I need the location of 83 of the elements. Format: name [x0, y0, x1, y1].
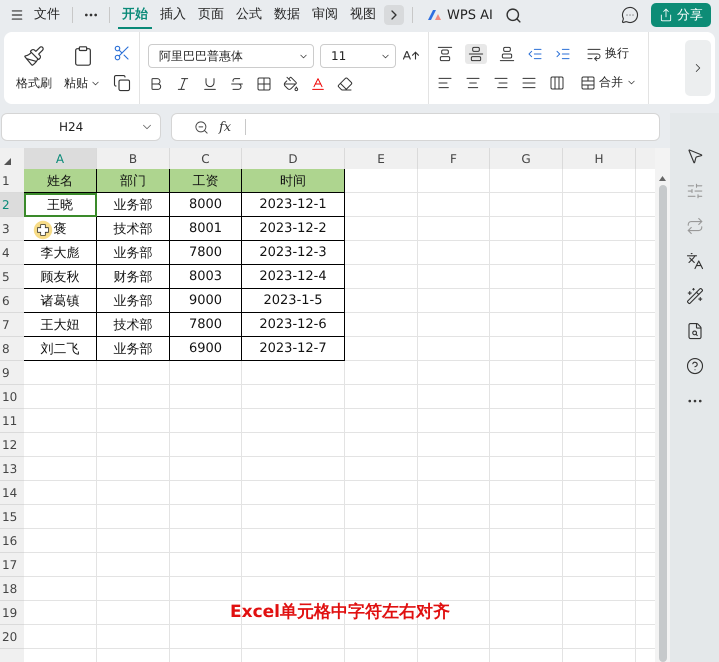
table-cell: 6900	[170, 337, 242, 361]
function-label[interactable]: fx	[219, 120, 232, 134]
table-cell: 9000	[170, 289, 242, 313]
scissors-icon[interactable]	[113, 44, 131, 62]
table-cell: 刘二飞	[24, 337, 97, 361]
menu-tab[interactable]: 数据	[270, 1, 304, 29]
document-search-icon[interactable]	[686, 322, 704, 340]
menu-tab[interactable]: 文件	[30, 1, 64, 29]
menu-tab[interactable]: 插入	[156, 1, 190, 29]
table-cell: 业务部	[97, 289, 170, 313]
table-cell: 8000	[170, 193, 242, 217]
italic-icon[interactable]	[175, 76, 191, 92]
wps-ai-button[interactable]: WPS AI	[421, 6, 499, 24]
table-cell: 部门	[97, 169, 170, 193]
paste-button[interactable]: 粘贴	[64, 44, 101, 92]
table-cell: 王晓	[24, 193, 97, 217]
format-painter-button[interactable]: 格式刷	[16, 44, 52, 92]
sliders-icon[interactable]	[686, 182, 704, 200]
table-cell: 财务部	[97, 265, 170, 289]
menu-tab[interactable]: 公式	[232, 1, 266, 29]
table-cell: 李大彪	[24, 241, 97, 265]
wand-icon[interactable]	[686, 287, 704, 305]
cursor-icon	[33, 220, 53, 240]
align-middle-icon	[468, 46, 484, 62]
chevron-right-icon[interactable]	[384, 5, 404, 25]
table-cell: 7800	[170, 241, 242, 265]
table-cell: 工资	[170, 169, 242, 193]
table-cell: 2023-12-2	[242, 217, 345, 241]
font-color-icon[interactable]	[310, 76, 326, 92]
pointer-icon[interactable]	[686, 147, 704, 165]
translate-icon[interactable]	[686, 252, 704, 270]
chat-icon[interactable]	[621, 6, 639, 24]
table-cell: 王大妞	[24, 313, 97, 337]
brush-icon	[23, 44, 45, 66]
scrollbar[interactable]	[655, 148, 670, 662]
align-bottom-icon[interactable]	[499, 46, 515, 62]
font-size-select[interactable]: 11	[320, 44, 396, 68]
table-cell: 2023-1-5	[242, 289, 345, 313]
zoom-out-icon[interactable]	[194, 120, 209, 134]
borders-icon[interactable]	[256, 76, 272, 92]
copy-icon[interactable]	[113, 74, 131, 92]
name-box[interactable]: H24	[1, 113, 161, 141]
table-cell: 8003	[170, 265, 242, 289]
select-all-icon[interactable]	[4, 158, 11, 165]
help-icon[interactable]	[686, 357, 704, 375]
table-cell: 2023-12-7	[242, 337, 345, 361]
wrap-text-button[interactable]: 换行	[583, 43, 632, 64]
eraser-icon[interactable]	[337, 76, 353, 92]
table-cell: 7800	[170, 313, 242, 337]
table-cell: 诸葛镇	[24, 289, 97, 313]
align-top-icon[interactable]	[437, 46, 453, 62]
table-cell: 业务部	[97, 337, 170, 361]
strikethrough-icon[interactable]	[229, 76, 245, 92]
table-cell: 2023-12-1	[242, 193, 345, 217]
menu-tab[interactable]: 视图	[346, 1, 380, 29]
logo-icon	[427, 9, 443, 21]
merge-cells-icon	[580, 74, 596, 90]
table-cell: 2023-12-6	[242, 313, 345, 337]
scroll-up-icon[interactable]	[659, 176, 666, 181]
merge-button[interactable]: 合并	[577, 72, 640, 93]
table-cell: 业务部	[97, 193, 170, 217]
caption: Excel单元格中字符左右对齐	[230, 601, 450, 623]
distribute-icon[interactable]	[549, 74, 565, 90]
table-cell: 姓名	[24, 169, 97, 193]
align-middle-button[interactable]	[465, 44, 487, 64]
menu-tab[interactable]: 页面	[194, 1, 228, 29]
scrollbar-thumb[interactable]	[658, 185, 666, 662]
menu-tab[interactable]: 开始	[118, 1, 152, 29]
table-cell: 业务部	[97, 241, 170, 265]
table-cell: 2023-12-4	[242, 265, 345, 289]
formula-field[interactable]: fx	[171, 113, 660, 141]
table-cell: 顾友秋	[24, 265, 97, 289]
share-button[interactable]: 分享	[651, 3, 711, 27]
table-cell: 技术部	[97, 313, 170, 337]
table-cell: 8001	[170, 217, 242, 241]
font-select[interactable]: 阿里巴巴普惠体	[148, 44, 314, 68]
underline-icon[interactable]	[202, 76, 218, 92]
table-cell: 2023-12-3	[242, 241, 345, 265]
share-icon	[659, 8, 673, 22]
fill-color-icon[interactable]	[283, 76, 299, 92]
table-cell: 时间	[242, 169, 345, 193]
menu-tab[interactable]: 审阅	[308, 1, 342, 29]
table-cell: 技术部	[97, 217, 170, 241]
